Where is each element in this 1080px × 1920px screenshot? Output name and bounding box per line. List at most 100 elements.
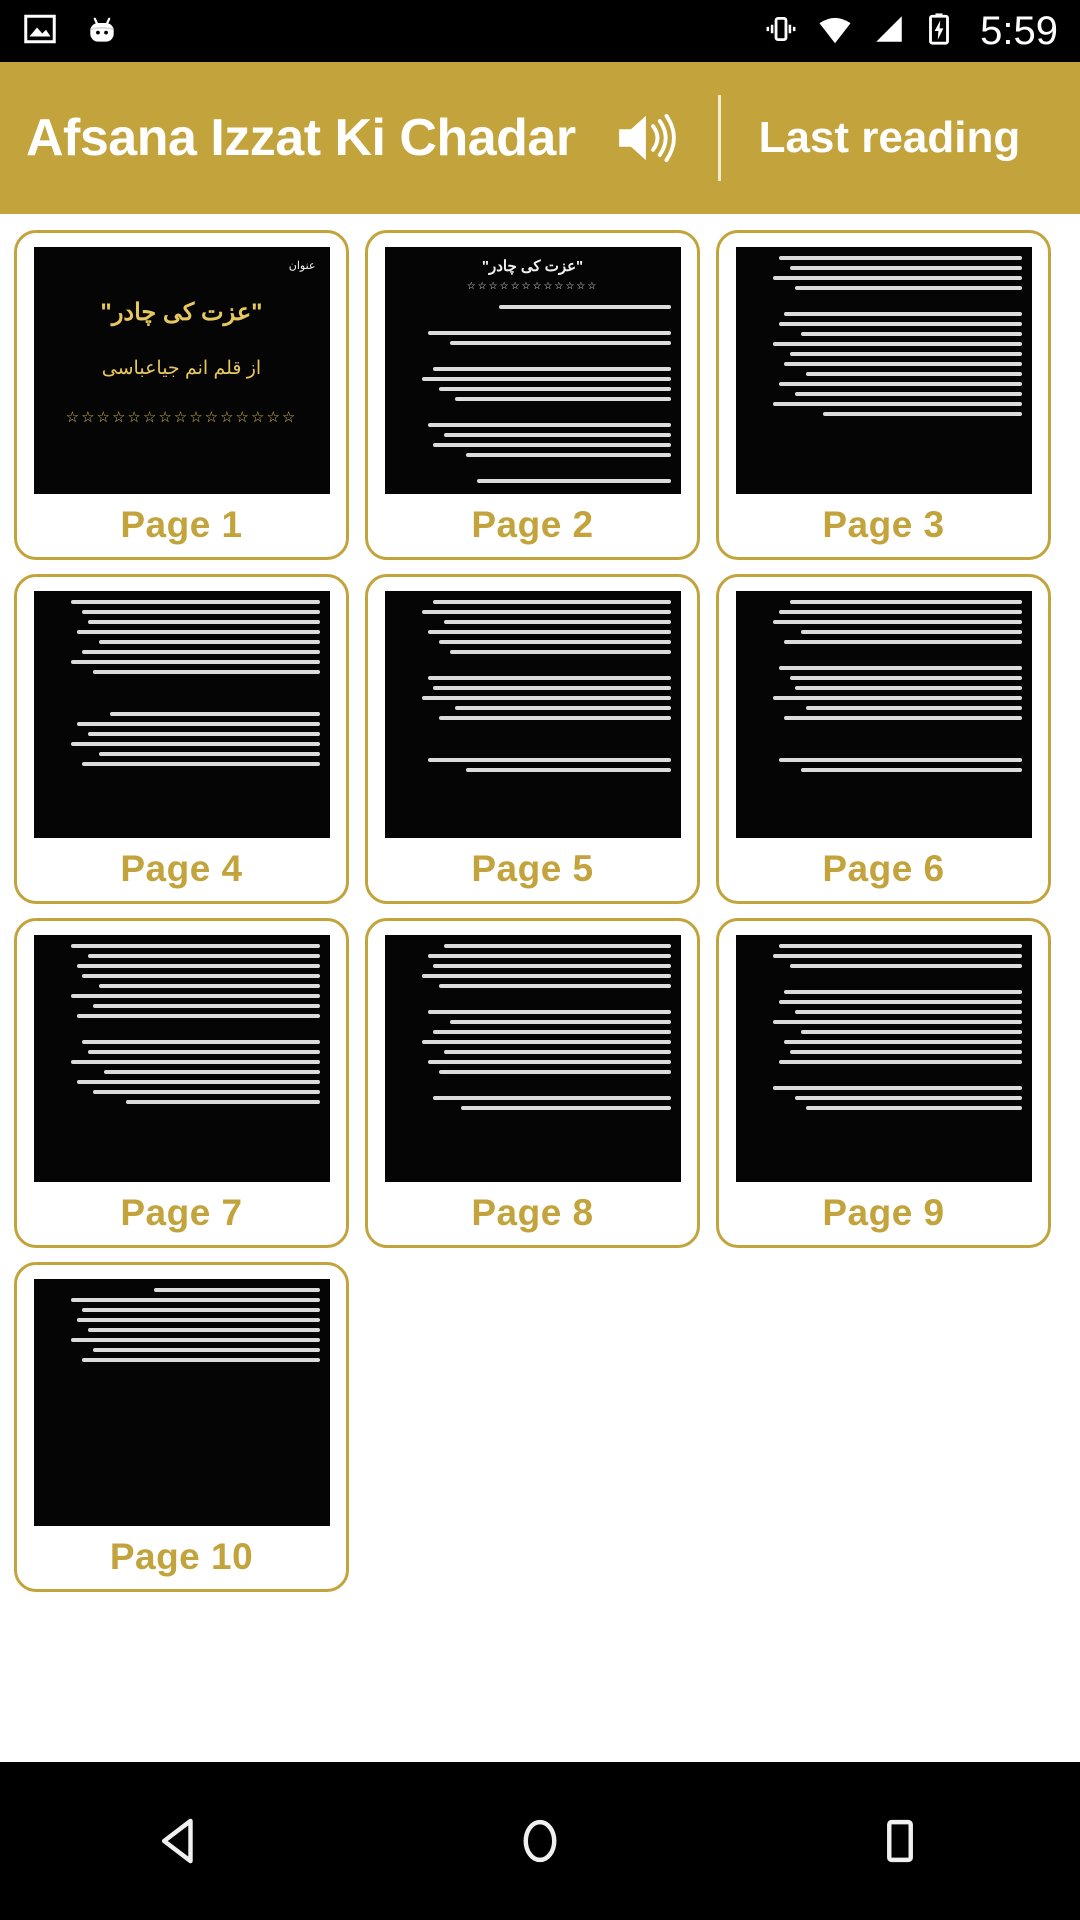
text-line	[789, 352, 1022, 356]
text-line	[71, 1298, 320, 1302]
text-line	[76, 630, 320, 634]
text-line	[71, 1338, 320, 1342]
page-label: Page 4	[120, 848, 243, 889]
text-line	[773, 402, 1022, 406]
text-line	[438, 716, 671, 720]
page-label: Page 5	[471, 848, 594, 889]
recents-square-icon[interactable]	[840, 1781, 960, 1901]
text-line	[455, 397, 671, 401]
thumbnail-text-lines	[385, 935, 681, 1182]
speaker-icon[interactable]	[610, 98, 690, 178]
text-line	[87, 1050, 320, 1054]
text-line	[87, 1328, 320, 1332]
text-line	[82, 762, 320, 766]
page-card[interactable]: Page 5	[365, 574, 700, 904]
text-line	[82, 974, 320, 978]
text-line	[466, 453, 671, 457]
page-grid[interactable]: عنوان "عزت کی چادر" از قلم انم جیاعباسی ☆☆☆…	[0, 214, 1080, 1760]
text-line	[800, 630, 1022, 634]
text-line	[76, 1080, 320, 1084]
text-line	[778, 666, 1022, 670]
text-line	[422, 377, 671, 381]
text-line	[438, 984, 671, 988]
text-line	[789, 964, 1022, 968]
text-line	[71, 944, 320, 948]
page-card[interactable]: Page 8	[365, 918, 700, 1248]
text-line	[422, 610, 671, 614]
text-line	[433, 964, 671, 968]
text-line	[76, 1014, 320, 1018]
text-line	[427, 954, 671, 958]
text-line	[433, 1030, 671, 1034]
battery-charging-icon	[924, 12, 954, 51]
text-line	[773, 620, 1022, 624]
text-line	[82, 650, 320, 654]
page-card[interactable]: Page 10	[14, 1262, 349, 1592]
text-line	[800, 332, 1022, 336]
signal-icon	[872, 12, 906, 51]
text-line	[76, 1318, 320, 1322]
text-line	[778, 1000, 1022, 1004]
page-label: Page 2	[471, 504, 594, 545]
home-circle-icon[interactable]	[480, 1781, 600, 1901]
text-line	[422, 696, 671, 700]
page-thumbnail	[735, 591, 1032, 838]
app-header: Afsana Izzat Ki Chadar Last reading	[0, 62, 1080, 214]
cover-content: عنوان "عزت کی چادر" از قلم انم جیاعباسی ☆☆☆…	[34, 247, 330, 494]
page-card[interactable]: "عزت کی چادر" ☆☆☆☆☆☆☆☆☆☆☆☆ Page 2	[365, 230, 700, 560]
page-label: Page 9	[822, 1192, 945, 1233]
text-line	[499, 305, 671, 309]
text-line	[806, 706, 1022, 710]
wifi-icon	[816, 10, 854, 53]
text-line	[433, 443, 671, 447]
text-line	[76, 964, 320, 968]
text-line	[98, 640, 320, 644]
page-card[interactable]: Page 4	[14, 574, 349, 904]
text-line	[449, 341, 671, 345]
text-line	[778, 322, 1022, 326]
thumbnail-text-lines	[34, 1279, 330, 1526]
text-line	[82, 1358, 320, 1362]
text-line	[800, 768, 1022, 772]
android-mascot-icon	[84, 11, 120, 52]
text-line	[773, 696, 1022, 700]
text-line	[98, 984, 320, 988]
text-line	[93, 670, 320, 674]
page-card[interactable]: Page 7	[14, 918, 349, 1248]
text-line	[433, 686, 671, 690]
text-line	[778, 758, 1022, 762]
text-line	[460, 1106, 671, 1110]
thumbnail-text-lines	[736, 247, 1032, 494]
text-line	[773, 342, 1022, 346]
text-line	[71, 1060, 320, 1064]
status-bar: 5:59	[0, 0, 1080, 62]
text-line	[778, 1060, 1022, 1064]
page-thumbnail	[735, 935, 1032, 1182]
page-label: Page 3	[822, 504, 945, 545]
thumbnail-text-lines	[385, 247, 681, 494]
page-label: Page 8	[471, 1192, 594, 1233]
text-line	[795, 392, 1022, 396]
back-triangle-icon[interactable]	[120, 1781, 240, 1901]
text-line	[433, 600, 671, 604]
text-line	[795, 686, 1022, 690]
page-card[interactable]: عنوان "عزت کی چادر" از قلم انم جیاعباسی ☆☆☆…	[14, 230, 349, 560]
text-line	[427, 423, 671, 427]
vibrate-icon	[764, 12, 798, 51]
page-card[interactable]: Page 3	[716, 230, 1051, 560]
text-line	[778, 382, 1022, 386]
text-line	[104, 1070, 320, 1074]
text-line	[71, 600, 320, 604]
text-line	[784, 362, 1022, 366]
page-card[interactable]: Page 6	[716, 574, 1051, 904]
page-card[interactable]: Page 9	[716, 918, 1051, 1248]
text-line	[438, 640, 671, 644]
thumbnail-text-lines	[736, 935, 1032, 1182]
text-line	[427, 1060, 671, 1064]
text-line	[87, 620, 320, 624]
text-line	[433, 367, 671, 371]
text-line	[444, 944, 671, 948]
text-line	[789, 600, 1022, 604]
text-line	[773, 1020, 1022, 1024]
last-reading-button[interactable]: Last reading	[759, 113, 1021, 163]
